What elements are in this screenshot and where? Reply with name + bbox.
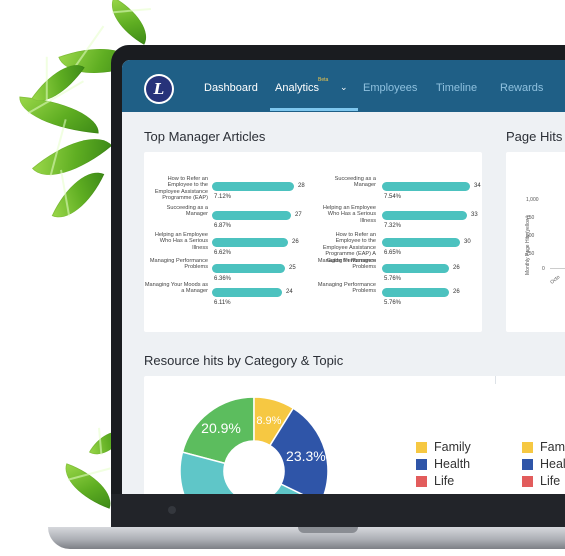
bar-value: 33 bbox=[471, 212, 478, 218]
bar-value: 24 bbox=[286, 289, 293, 295]
bar[interactable] bbox=[382, 264, 449, 273]
bar-label: Helping an Employee Who Has a Serious Il… bbox=[154, 232, 208, 251]
bar[interactable] bbox=[212, 264, 285, 273]
legend-label[interactable]: Family bbox=[434, 440, 471, 454]
bar-value: 26 bbox=[292, 239, 299, 245]
y-tick-label: 1,000 bbox=[526, 197, 539, 203]
legend-swatch bbox=[522, 442, 533, 453]
app-screen: L Dashboard Analytics Beta ⌄ Employees T… bbox=[122, 60, 565, 494]
y-tick-label: 500 bbox=[526, 233, 535, 239]
camera-icon bbox=[168, 506, 176, 514]
bar-value: 30 bbox=[464, 239, 471, 245]
bar-value: 26 bbox=[453, 289, 460, 295]
resource-hits-card: 20.9% 8.9% 23.3% Family Health Life Fami Heal… bbox=[144, 376, 565, 494]
legend-label[interactable]: Heal bbox=[540, 457, 565, 471]
bar[interactable] bbox=[382, 211, 467, 220]
bar-percent: 6.62% bbox=[214, 250, 232, 256]
resource-pie-chart: 20.9% 8.9% 23.3% bbox=[179, 396, 329, 494]
nav-rewards[interactable]: Rewards bbox=[500, 82, 543, 94]
card-divider bbox=[495, 376, 496, 384]
section-title-top-articles: Top Manager Articles bbox=[144, 129, 266, 144]
bar-percent: 6.36% bbox=[214, 276, 232, 282]
active-tab-indicator bbox=[270, 108, 358, 111]
legend-swatch bbox=[416, 442, 427, 453]
bar-label: Managing Your Moods as a Manager bbox=[144, 282, 208, 295]
section-title-page-hits: Page Hits O bbox=[506, 129, 565, 144]
bar-percent: 5.76% bbox=[384, 276, 402, 282]
bar-label: Succeeding as a Manager bbox=[166, 205, 208, 218]
legend-swatch bbox=[522, 459, 533, 470]
y-axis-label: Monthly Page Hits (yellow) bbox=[525, 215, 531, 275]
leaf-decoration bbox=[31, 119, 113, 195]
bar-value: 26 bbox=[453, 265, 460, 271]
bar-label: Helping an Employee Who Has a Serious Il… bbox=[322, 205, 376, 224]
legend-label[interactable]: Life bbox=[434, 474, 454, 488]
legend-swatch bbox=[416, 476, 427, 487]
bar-percent: 7.32% bbox=[384, 223, 402, 229]
logo-letter: L bbox=[146, 76, 172, 102]
y-tick-label: 750 bbox=[526, 215, 535, 221]
leaf-decoration bbox=[56, 463, 120, 509]
bar-value: 25 bbox=[289, 265, 296, 271]
y-tick-label: 250 bbox=[526, 251, 535, 257]
bar-percent: 6.87% bbox=[214, 223, 232, 229]
nav-dashboard[interactable]: Dashboard bbox=[204, 82, 258, 94]
bar[interactable] bbox=[382, 182, 470, 191]
leaf-decoration bbox=[16, 96, 102, 134]
laptop-hinge bbox=[298, 527, 358, 533]
bar-percent: 7.12% bbox=[214, 194, 232, 200]
bar-value: 34 bbox=[474, 183, 481, 189]
bar[interactable] bbox=[212, 288, 282, 297]
page-hits-card: Monthly Page Hits (yellow) 1,000 750 500 25… bbox=[506, 152, 565, 332]
pie-slice-label: 20.9% bbox=[201, 420, 241, 436]
bar[interactable] bbox=[212, 238, 288, 247]
pie-slice-label: 23.3% bbox=[286, 448, 326, 464]
bar-label: Managing Performance Problems bbox=[149, 258, 208, 271]
bar[interactable] bbox=[382, 238, 460, 247]
nav-timeline[interactable]: Timeline bbox=[436, 82, 477, 94]
x-axis-line bbox=[550, 268, 565, 269]
top-articles-card: How to Refer an Employee to the Employee… bbox=[144, 152, 482, 332]
bar-label: How to Refer an Employee to the Employee… bbox=[154, 176, 208, 202]
bar[interactable] bbox=[382, 288, 449, 297]
top-navbar: L Dashboard Analytics Beta ⌄ Employees T… bbox=[122, 60, 565, 112]
bar-percent: 6.11% bbox=[214, 300, 231, 306]
legend-swatch bbox=[522, 476, 533, 487]
bar[interactable] bbox=[212, 182, 294, 191]
legend-label[interactable]: Health bbox=[434, 457, 470, 471]
bar-label: Managing Performance Problems bbox=[317, 282, 376, 295]
nav-employees[interactable]: Employees bbox=[363, 82, 417, 94]
x-tick-label: Octo bbox=[549, 274, 562, 286]
beta-badge: Beta bbox=[318, 77, 329, 83]
leaf-decoration bbox=[51, 161, 105, 229]
bar-percent: 7.54% bbox=[384, 194, 402, 200]
bar-label: Succeeding as a Manager bbox=[334, 176, 376, 189]
bar-percent: 5.76% bbox=[384, 300, 402, 306]
bar-value: 28 bbox=[298, 183, 305, 189]
laptop-chin bbox=[111, 494, 565, 528]
legend-label[interactable]: Life bbox=[540, 474, 560, 488]
legend-label[interactable]: Fami bbox=[540, 440, 565, 454]
marketing-hero: L Dashboard Analytics Beta ⌄ Employees T… bbox=[0, 0, 565, 556]
y-tick-label: 0 bbox=[542, 266, 545, 272]
chevron-down-icon[interactable]: ⌄ bbox=[340, 82, 348, 93]
legend-swatch bbox=[416, 459, 427, 470]
bar-percent: 6.65% bbox=[384, 250, 402, 256]
bar[interactable] bbox=[212, 211, 291, 220]
section-title-resource-hits: Resource hits by Category & Topic bbox=[144, 353, 344, 368]
app-logo[interactable]: L bbox=[144, 74, 174, 104]
bar-value: 27 bbox=[295, 212, 302, 218]
nav-analytics[interactable]: Analytics bbox=[275, 82, 319, 94]
bar-label: Managing Performance Problems bbox=[317, 258, 376, 271]
leaf-decoration bbox=[100, 0, 158, 45]
pie-slice-label: 8.9% bbox=[256, 415, 281, 427]
